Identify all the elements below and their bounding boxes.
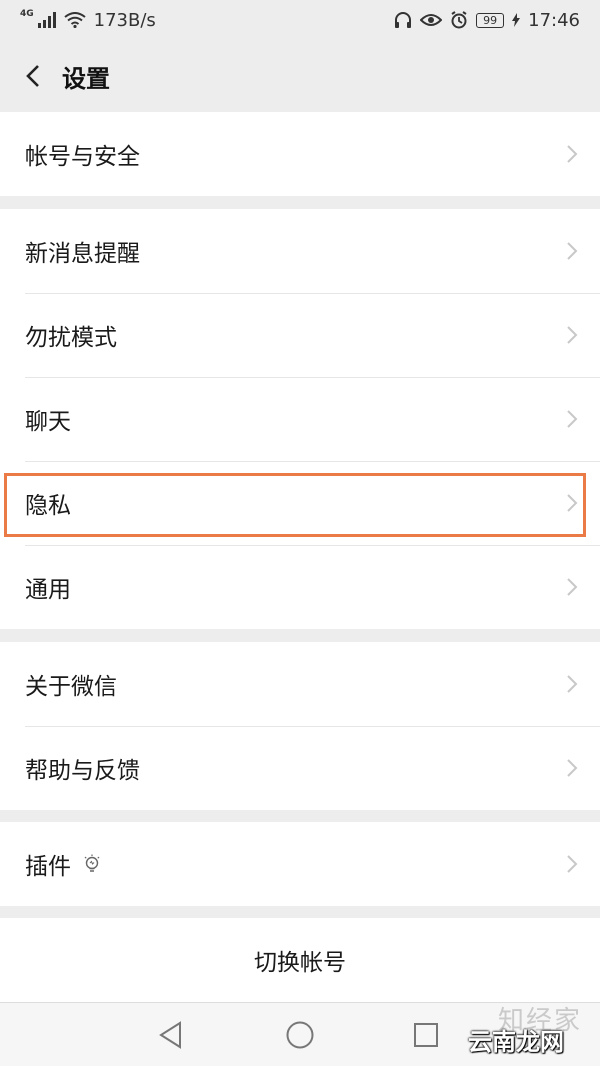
menu-item-privacy[interactable]: 隐私 bbox=[0, 461, 600, 545]
chevron-right-icon bbox=[566, 854, 578, 874]
headphones-icon bbox=[394, 11, 412, 29]
signal-icon bbox=[37, 12, 56, 28]
title-bar: 设置 bbox=[0, 40, 600, 112]
menu-item-about-wechat[interactable]: 关于微信 bbox=[0, 642, 600, 726]
menu-item-do-not-disturb[interactable]: 勿扰模式 bbox=[0, 293, 600, 377]
chevron-right-icon bbox=[566, 409, 578, 429]
battery-icon: 99 bbox=[476, 12, 505, 28]
chevron-right-icon bbox=[566, 493, 578, 513]
status-bar: 4G 173B/s 99 17:46 bbox=[0, 0, 600, 40]
menu-item-label: 聊天 bbox=[25, 409, 71, 435]
menu-item-label: 勿扰模式 bbox=[25, 325, 117, 351]
nav-back-button[interactable] bbox=[155, 1019, 187, 1051]
menu-item-new-message-alerts[interactable]: 新消息提醒 bbox=[0, 209, 600, 293]
menu-item-label: 通用 bbox=[25, 577, 71, 603]
system-nav-bar bbox=[0, 1002, 600, 1066]
menu-item-help-feedback[interactable]: 帮助与反馈 bbox=[0, 726, 600, 810]
settings-group-plugins: 插件 bbox=[0, 822, 600, 906]
settings-group-general: 新消息提醒 勿扰模式 聊天 隐私 通用 bbox=[0, 209, 600, 629]
switch-account-button[interactable]: 切换帐号 bbox=[0, 918, 600, 1002]
menu-item-label: 新消息提醒 bbox=[25, 241, 140, 267]
charging-icon bbox=[512, 13, 521, 27]
network-speed: 173B/s bbox=[93, 9, 156, 31]
eye-icon bbox=[420, 12, 443, 28]
menu-item-label: 关于微信 bbox=[25, 674, 117, 700]
wifi-icon bbox=[64, 12, 86, 28]
menu-item-label: 帐号与安全 bbox=[25, 144, 140, 170]
recents-square-icon bbox=[414, 1023, 438, 1047]
clock-time: 17:46 bbox=[528, 9, 580, 31]
nav-recents-button[interactable] bbox=[410, 1019, 442, 1051]
back-triangle-icon bbox=[159, 1021, 181, 1049]
settings-group-about: 关于微信 帮助与反馈 bbox=[0, 642, 600, 810]
page-title: 设置 bbox=[62, 64, 110, 93]
home-circle-icon bbox=[286, 1021, 314, 1049]
nav-home-button[interactable] bbox=[284, 1019, 316, 1051]
menu-item-plugins[interactable]: 插件 bbox=[0, 822, 600, 906]
alarm-icon bbox=[450, 11, 468, 29]
menu-item-label: 帮助与反馈 bbox=[25, 758, 140, 784]
menu-item-general[interactable]: 通用 bbox=[0, 545, 600, 629]
menu-item-label: 隐私 bbox=[25, 493, 71, 519]
chevron-right-icon bbox=[566, 577, 578, 597]
network-type: 4G bbox=[20, 9, 34, 19]
lightbulb-icon bbox=[83, 853, 101, 875]
menu-item-chats[interactable]: 聊天 bbox=[0, 377, 600, 461]
chevron-right-icon bbox=[566, 241, 578, 261]
chevron-right-icon bbox=[566, 758, 578, 778]
settings-group-account: 帐号与安全 bbox=[0, 112, 600, 196]
battery-level: 99 bbox=[483, 13, 498, 27]
menu-item-label: 插件 bbox=[25, 854, 71, 880]
chevron-right-icon bbox=[566, 674, 578, 694]
back-button[interactable] bbox=[22, 65, 44, 87]
chevron-right-icon bbox=[566, 325, 578, 345]
chevron-right-icon bbox=[566, 144, 578, 164]
menu-item-account-security[interactable]: 帐号与安全 bbox=[0, 112, 600, 196]
chevron-left-icon bbox=[26, 65, 39, 87]
switch-account-label: 切换帐号 bbox=[254, 950, 346, 976]
